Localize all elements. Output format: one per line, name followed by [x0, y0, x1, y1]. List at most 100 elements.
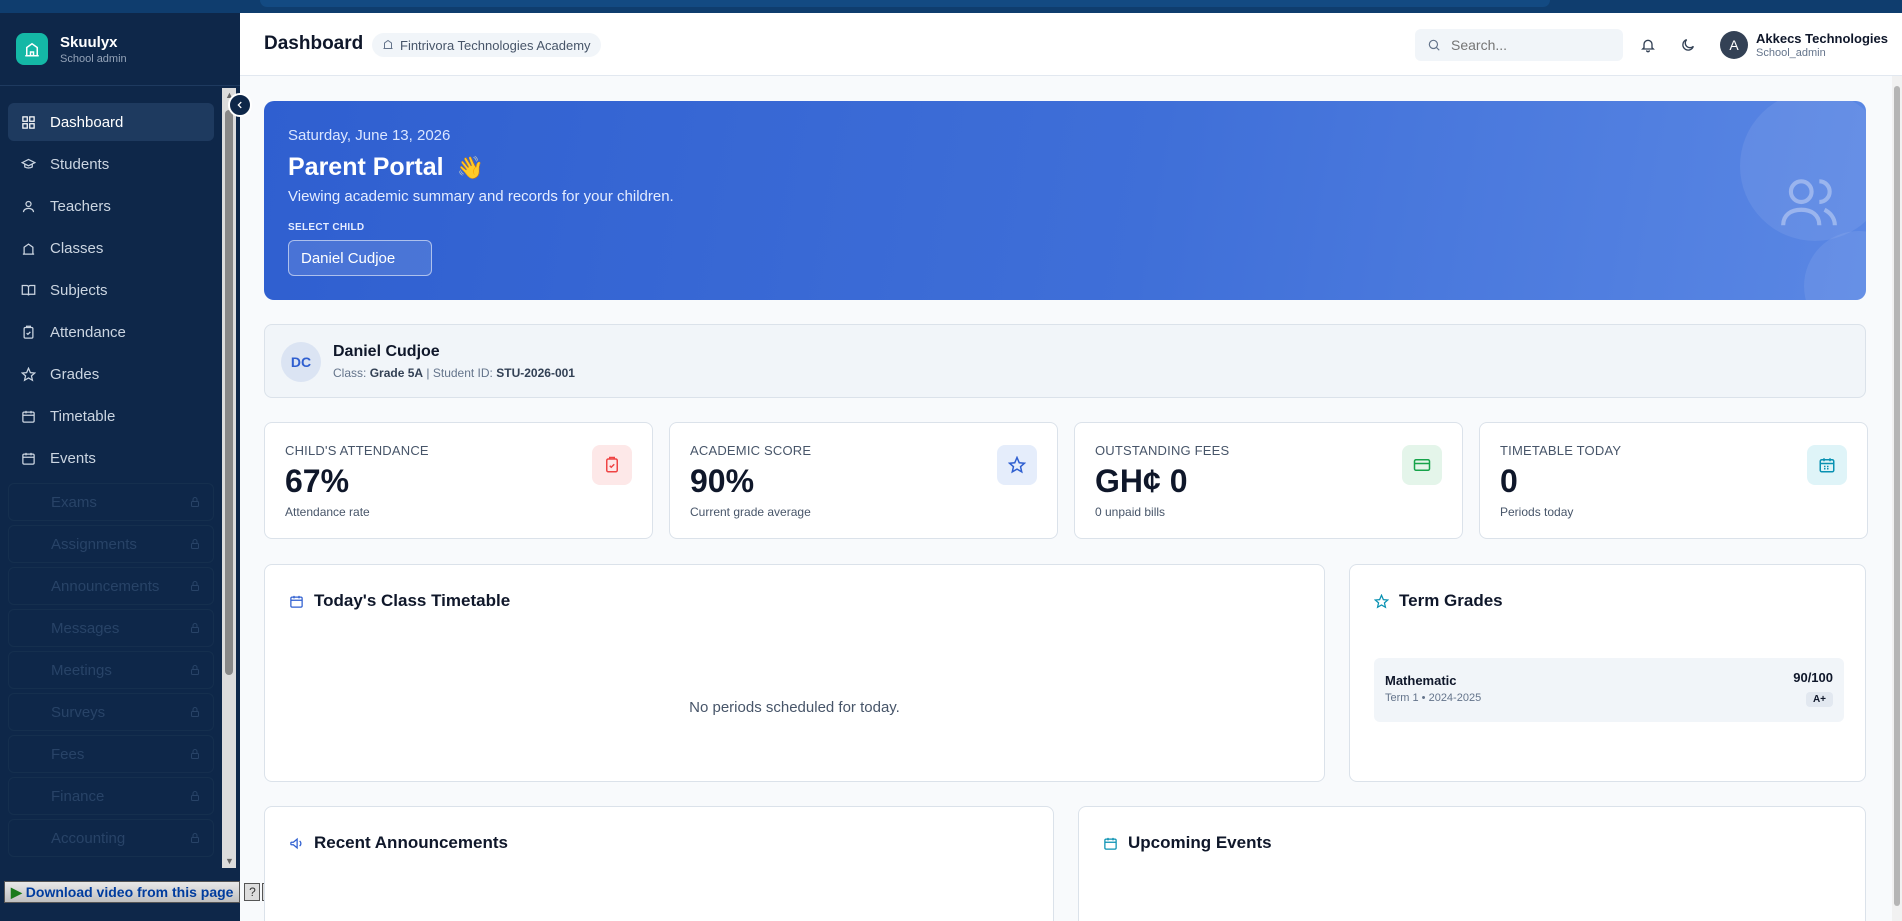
- portal-subtitle: Viewing academic summary and records for…: [288, 188, 674, 205]
- sidebar-item-label: Dashboard: [50, 113, 124, 131]
- chevron-left-icon: [237, 101, 242, 109]
- sidebar-item-assignments[interactable]: Assignments: [8, 525, 214, 563]
- stat-note: Periods today: [1500, 505, 1574, 519]
- sidebar-item-label: Surveys: [51, 703, 106, 721]
- panel-title: Term Grades: [1399, 591, 1503, 610]
- user-avatar[interactable]: A: [1720, 31, 1748, 59]
- page-title: Dashboard: [264, 33, 364, 54]
- sidebar-item-label: Finance: [51, 787, 105, 805]
- graduation-cap-icon: [20, 156, 36, 172]
- panel-header: Term Grades: [1374, 591, 1503, 611]
- clipboard-check-icon: [20, 324, 36, 340]
- sidebar-item-grades[interactable]: Grades: [8, 355, 214, 393]
- sidebar-item-meetings[interactable]: Meetings: [8, 651, 214, 689]
- top-header: Dashboard Fintrivora Technologies Academ…: [240, 13, 1902, 76]
- sidebar-item-label: Subjects: [50, 281, 108, 299]
- stat-card-academic-score: ACADEMIC SCORE 90% Current grade average: [669, 422, 1058, 539]
- stat-value: 0: [1500, 463, 1518, 499]
- sidebar-item-label: Meetings: [51, 661, 112, 679]
- app-role: School admin: [60, 52, 127, 65]
- lock-icon: [189, 705, 201, 722]
- lock-icon: [189, 621, 201, 638]
- scroll-down-arrow-icon[interactable]: ▼: [225, 856, 234, 866]
- search-input[interactable]: [1451, 37, 1611, 53]
- portal-title: Parent Portal 👋: [288, 153, 484, 182]
- meta-separator: |: [426, 366, 430, 380]
- grade-term: Term 1 • 2024-2025: [1385, 692, 1482, 704]
- calendar-icon: [20, 450, 36, 466]
- child-avatar: DC: [281, 342, 321, 382]
- school-badge: Fintrivora Technologies Academy: [372, 33, 601, 57]
- sidebar: Skuulyx School admin Dashboard Students …: [0, 13, 240, 921]
- sidebar-scrollbar[interactable]: ▲ ▼: [222, 88, 236, 868]
- scrollbar-thumb[interactable]: [225, 110, 233, 675]
- grade-badge: A+: [1805, 692, 1833, 707]
- school-logo-icon: [16, 33, 48, 65]
- sidebar-item-accounting[interactable]: Accounting: [8, 819, 214, 857]
- sidebar-item-dashboard[interactable]: Dashboard: [8, 103, 214, 141]
- sidebar-item-label: Grades: [50, 365, 100, 383]
- sidebar-item-label: Timetable: [50, 407, 116, 425]
- sidebar-item-events[interactable]: Events: [8, 439, 214, 477]
- star-icon: [997, 445, 1037, 485]
- child-meta: Class: Grade 5A | Student ID: STU-2026-0…: [333, 366, 575, 380]
- star-icon: [1374, 593, 1389, 609]
- brand: Skuulyx School admin: [0, 13, 240, 86]
- sidebar-item-fees[interactable]: Fees: [8, 735, 214, 773]
- sidebar-item-label: Fees: [51, 745, 85, 763]
- class-timetable-panel: Today's Class Timetable No periods sched…: [264, 564, 1325, 782]
- sidebar-item-classes[interactable]: Classes: [8, 229, 214, 267]
- grade-subject: Mathematic: [1385, 673, 1457, 688]
- book-icon: [20, 282, 36, 298]
- exam-icon: [21, 494, 37, 510]
- school-icon: [382, 38, 394, 53]
- sidebar-item-surveys[interactable]: Surveys: [8, 693, 214, 731]
- calendar-icon: [289, 594, 304, 609]
- notifications-button[interactable]: [1638, 35, 1658, 55]
- star-icon: [20, 366, 36, 382]
- theme-toggle-button[interactable]: [1678, 35, 1698, 55]
- sidebar-item-teachers[interactable]: Teachers: [8, 187, 214, 225]
- download-help-button[interactable]: ?: [244, 883, 261, 901]
- main-scrollbar[interactable]: [1892, 76, 1902, 921]
- collapse-sidebar-button[interactable]: [228, 93, 252, 117]
- sidebar-item-timetable[interactable]: Timetable: [8, 397, 214, 435]
- class-label: Class:: [333, 366, 367, 380]
- calendar-icon: [20, 408, 36, 424]
- user-name: Akkecs Technologies: [1756, 31, 1888, 46]
- select-child-label: SELECT CHILD: [288, 222, 365, 233]
- stat-label: ACADEMIC SCORE: [690, 443, 812, 458]
- lock-icon: [189, 495, 201, 512]
- term-grades-panel: Term Grades Mathematic Term 1 • 2024-202…: [1349, 564, 1866, 782]
- wave-icon: 👋: [456, 155, 484, 180]
- class-value: Grade 5A: [369, 366, 424, 380]
- stat-note: Attendance rate: [285, 505, 370, 519]
- bell-icon: [1641, 39, 1655, 53]
- sidebar-item-messages[interactable]: Messages: [8, 609, 214, 647]
- sidebar-item-label: Students: [50, 155, 110, 173]
- scrollbar-thumb[interactable]: [1894, 86, 1900, 906]
- sidebar-item-exams[interactable]: Exams: [8, 483, 214, 521]
- download-video-button[interactable]: ▶ Download video from this page: [4, 881, 241, 903]
- accounting-icon: [21, 830, 37, 846]
- download-video-label: Download video from this page: [25, 884, 234, 900]
- child-select[interactable]: Daniel Cudjoe: [288, 240, 432, 276]
- grade-row: Mathematic Term 1 • 2024-2025 90/100 A+: [1374, 658, 1844, 722]
- user-menu[interactable]: Akkecs Technologies School_admin: [1756, 31, 1888, 59]
- grid-icon: [20, 114, 36, 130]
- assignment-icon: [21, 536, 37, 552]
- sidebar-item-students[interactable]: Students: [8, 145, 214, 183]
- play-icon: ▶: [11, 883, 22, 900]
- child-name: Daniel Cudjoe: [333, 343, 440, 360]
- sidebar-item-subjects[interactable]: Subjects: [8, 271, 214, 309]
- search-icon: [1428, 39, 1440, 51]
- stat-value: GH¢ 0: [1095, 463, 1188, 499]
- panel-header: Recent Announcements: [289, 833, 508, 853]
- sidebar-item-announcements[interactable]: Announcements: [8, 567, 214, 605]
- lock-icon: [189, 831, 201, 848]
- stat-value: 90%: [690, 463, 755, 499]
- sidebar-item-label: Accounting: [51, 829, 126, 847]
- sidebar-item-attendance[interactable]: Attendance: [8, 313, 214, 351]
- stat-label: OUTSTANDING FEES: [1095, 443, 1230, 458]
- sidebar-item-finance[interactable]: Finance: [8, 777, 214, 815]
